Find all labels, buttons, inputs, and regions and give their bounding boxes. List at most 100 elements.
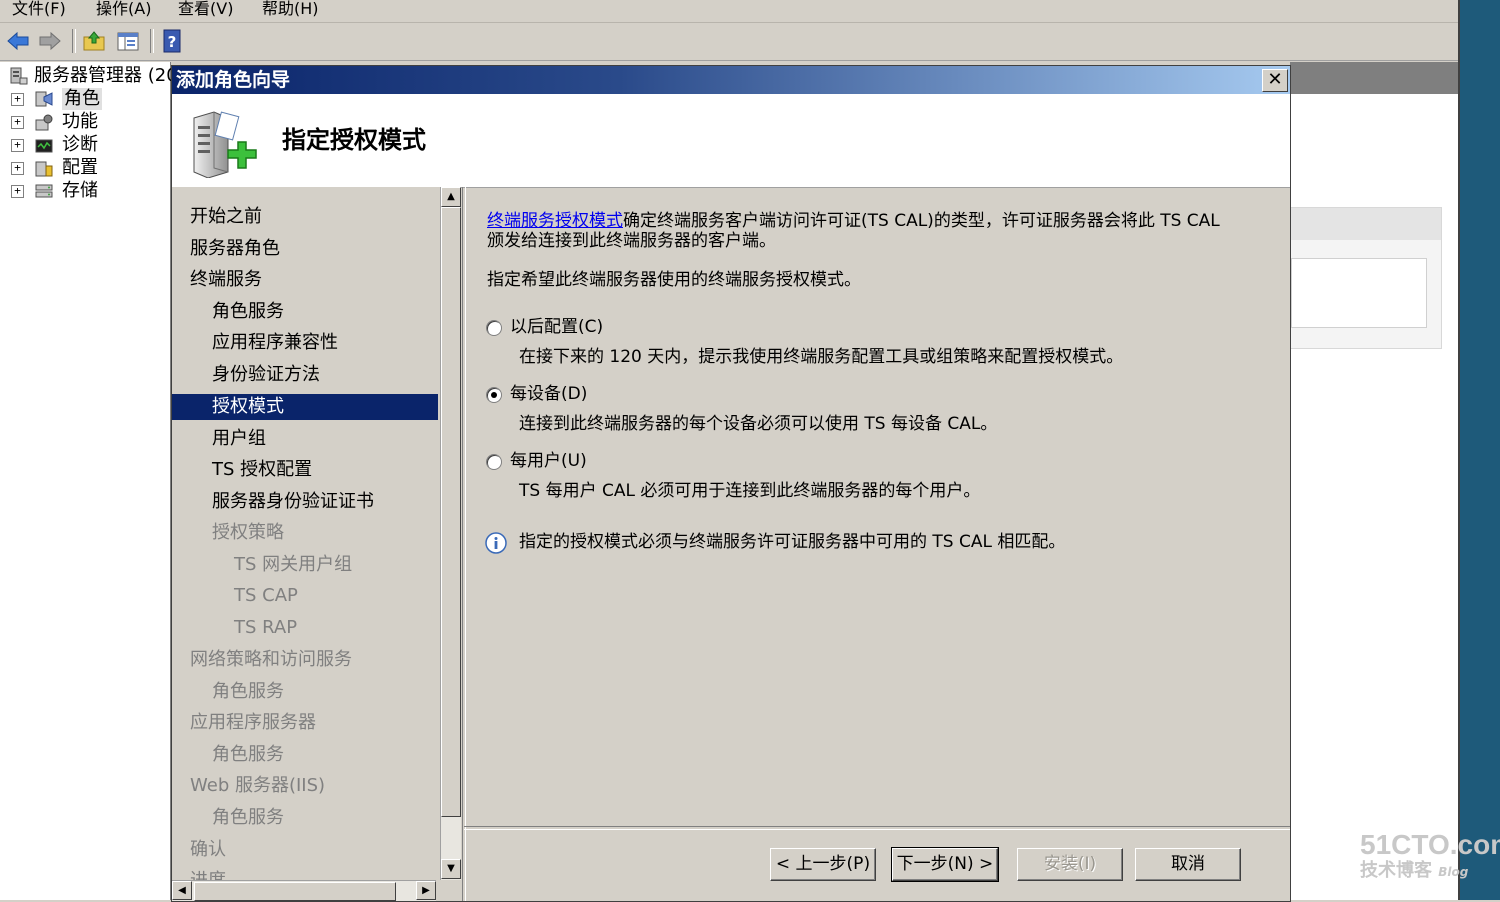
nav-item-role-services: 角色服务 — [212, 744, 284, 765]
menu-help[interactable]: 帮助(H) — [262, 0, 319, 18]
nav-item-confirmation: 确认 — [190, 839, 226, 860]
cancel-button[interactable]: 取消 — [1135, 848, 1241, 881]
up-folder-icon[interactable] — [80, 27, 108, 55]
tree-item-storage[interactable]: + 存储 — [0, 180, 170, 202]
menu-action[interactable]: 操作(A) — [96, 0, 151, 18]
scroll-right-icon[interactable]: ▶ — [416, 881, 436, 900]
scroll-left-icon[interactable]: ◀ — [172, 881, 192, 900]
toolbar: ? — [0, 23, 1458, 61]
nav-item-app-server: 应用程序服务器 — [190, 712, 316, 733]
tree-item-configuration[interactable]: + 配置 — [0, 157, 170, 179]
nav-item-licensing-mode[interactable]: 授权模式 — [172, 394, 438, 420]
info-icon — [485, 532, 507, 558]
details-panel-body — [1291, 258, 1427, 328]
forward-arrow-icon[interactable] — [36, 27, 64, 55]
info-text: 指定的授权模式必须与终端服务许可证服务器中可用的 TS CAL 相匹配。 — [519, 532, 1066, 552]
nav-item-role-services: 角色服务 — [212, 807, 284, 828]
radio-per-device[interactable] — [486, 387, 502, 403]
close-button[interactable]: ✕ — [1262, 69, 1288, 92]
nav-item-auth-method[interactable]: 身份验证方法 — [212, 362, 320, 388]
tree-item-roles[interactable]: + 角色 — [0, 88, 170, 110]
show-hide-tree-icon[interactable] — [114, 27, 142, 55]
tree-root-label: 服务器管理器 (20 — [34, 65, 178, 86]
nav-vertical-scrollbar[interactable]: ▲ ▼ — [440, 187, 461, 880]
wizard-header: 指定授权模式 — [172, 94, 1290, 188]
nav-item-web-server-iis: Web 服务器(IIS) — [190, 775, 326, 796]
watermark-line3: Blog — [1438, 865, 1469, 879]
storage-icon — [34, 181, 54, 201]
radio-per-user[interactable] — [486, 454, 502, 470]
diagnostics-icon — [34, 135, 54, 155]
add-roles-wizard-dialog: 添加角色向导 ✕ 指定授权模式 开始之前 服务器角色 终端服务 角色服务 应用程… — [171, 65, 1291, 902]
menu-bar: 文件(F) 操作(A) 查看(V) 帮助(H) — [0, 0, 1458, 23]
next-button[interactable]: 下一步(N) > — [891, 847, 999, 882]
expand-icon[interactable]: + — [11, 93, 24, 106]
install-button: 安装(I) — [1017, 848, 1123, 881]
nav-item-app-compatibility[interactable]: 应用程序兼容性 — [212, 330, 338, 356]
licensing-mode-link[interactable]: 终端服务授权模式 — [487, 211, 623, 231]
nav-item-role-services: 角色服务 — [212, 681, 284, 702]
scroll-down-icon[interactable]: ▼ — [441, 859, 461, 879]
nav-item-server-auth-cert[interactable]: 服务器身份验证证书 — [212, 489, 374, 515]
tree-label: 配置 — [62, 157, 98, 178]
tree-item-diagnostics[interactable]: + 诊断 — [0, 134, 170, 156]
wizard-nav: 开始之前 服务器角色 终端服务 角色服务 应用程序兼容性 身份验证方法 授权模式… — [172, 187, 440, 901]
scroll-thumb[interactable] — [194, 882, 396, 901]
dialog-title: 添加角色向导 — [176, 69, 291, 91]
tree-root-server-manager[interactable]: 服务器管理器 (20 — [0, 65, 178, 87]
toolbar-separator — [72, 29, 76, 53]
scroll-thumb[interactable] — [441, 207, 461, 817]
nav-item-nps: 网络策略和访问服务 — [190, 649, 352, 670]
tree-item-features[interactable]: + 功能 — [0, 111, 170, 133]
tree-label: 功能 — [62, 111, 98, 132]
tree-label: 诊断 — [62, 134, 98, 155]
menu-file[interactable]: 文件(F) — [12, 0, 66, 18]
option-label[interactable]: 每用户(U) — [510, 451, 587, 472]
expand-icon[interactable]: + — [11, 139, 24, 152]
prompt-text: 指定希望此终端服务器使用的终端服务授权模式。 — [487, 270, 861, 290]
nav-horizontal-scrollbar[interactable]: ◀ ▶ — [172, 880, 436, 901]
nav-item-ts-cap: TS CAP — [234, 585, 298, 606]
dialog-titlebar[interactable]: 添加角色向导 ✕ — [172, 66, 1290, 94]
features-icon — [34, 112, 54, 132]
nav-item-user-groups[interactable]: 用户组 — [212, 426, 266, 452]
nav-item-before-you-begin[interactable]: 开始之前 — [190, 204, 262, 230]
radio-configure-later[interactable] — [486, 320, 502, 336]
toolbar-separator — [150, 29, 154, 53]
details-pane-titlebar — [1290, 62, 1458, 94]
nav-item-role-services[interactable]: 角色服务 — [212, 299, 284, 325]
roles-icon — [34, 89, 54, 109]
nav-item-authorization-policies: 授权策略 — [212, 522, 284, 543]
intro-text: 确定终端服务客户端访问许可证(TS CAL)的类型，许可证服务器会将此 TS C… — [623, 211, 1220, 231]
expand-icon[interactable]: + — [11, 116, 24, 129]
watermark-line2-row: 技术博客 Blog — [1360, 860, 1500, 883]
intro-text-line2: 颁发给连接到此终端服务器的客户端。 — [487, 231, 776, 251]
option-description: 连接到此终端服务器的每个设备必须可以使用 TS 每设备 CAL。 — [519, 414, 998, 434]
console-tree: 服务器管理器 (20 + 角色 + 功能 + 诊断 + 配置 + 存储 — [0, 62, 178, 900]
button-separator — [464, 826, 1290, 830]
option-label[interactable]: 以后配置(C) — [510, 317, 603, 338]
nav-item-server-roles[interactable]: 服务器角色 — [190, 236, 280, 262]
option-description: 在接下来的 120 天内，提示我使用终端服务配置工具或组策略来配置授权模式。 — [519, 347, 1124, 367]
page-title: 指定授权模式 — [282, 126, 426, 154]
watermark-logo: 51CTO.com 技术博客 Blog — [1360, 830, 1500, 883]
tree-label: 角色 — [62, 88, 102, 110]
nav-item-ts-rap: TS RAP — [234, 617, 298, 638]
desktop-background — [1460, 0, 1500, 900]
nav-item-ts-licensing-config[interactable]: TS 授权配置 — [212, 457, 312, 483]
menu-view[interactable]: 查看(V) — [178, 0, 233, 18]
nav-item-terminal-services[interactable]: 终端服务 — [190, 267, 262, 293]
watermark-line1: 51CTO.com — [1360, 829, 1500, 860]
nav-item-progress: 进度 — [190, 868, 226, 880]
option-description: TS 每用户 CAL 必须可用于连接到此终端服务器的每个用户。 — [519, 481, 981, 501]
help-icon[interactable]: ? — [158, 27, 186, 55]
back-button[interactable]: < 上一步(P) — [770, 848, 876, 881]
scroll-up-icon[interactable]: ▲ — [441, 187, 461, 207]
tree-label: 存储 — [62, 180, 98, 201]
details-panel — [1290, 207, 1442, 349]
back-arrow-icon[interactable] — [4, 27, 32, 55]
option-label[interactable]: 每设备(D) — [510, 384, 587, 405]
expand-icon[interactable]: + — [11, 162, 24, 175]
expand-icon[interactable]: + — [11, 185, 24, 198]
wizard-content: 终端服务授权模式确定终端服务客户端访问许可证(TS CAL)的类型，许可证服务器… — [464, 187, 1290, 827]
